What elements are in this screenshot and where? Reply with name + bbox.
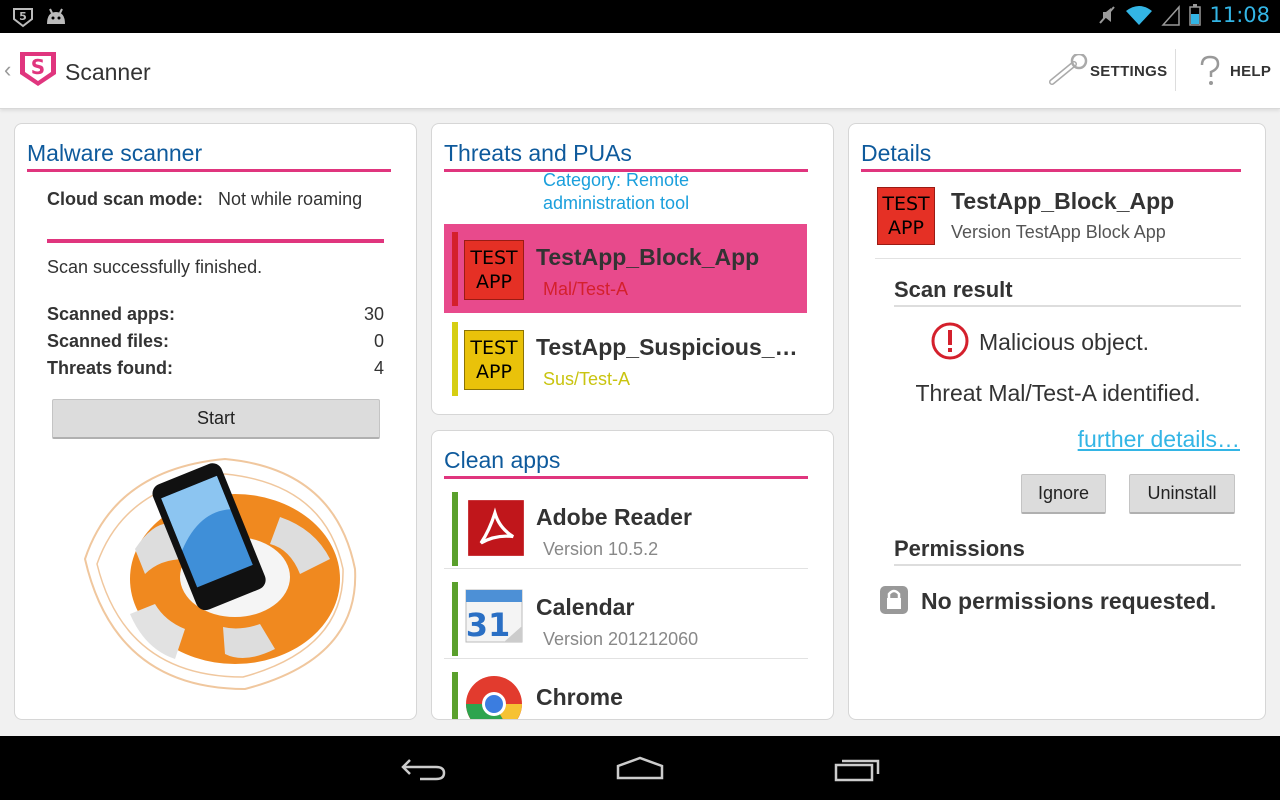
test-app-icon: TEST APP [464,330,524,390]
scan-status: Scan successfully finished. [47,257,263,277]
stat-scanned-files: Scanned files: 0 [47,331,384,351]
app-name: Adobe Reader [536,504,692,530]
page-title: Scanner [65,59,151,85]
permissions-text: No permissions requested. [921,588,1217,614]
sophos-notification-icon: 5 [13,8,33,28]
threat-detail: Mal/Test-A [543,279,629,299]
clock: 11:08 [1209,3,1270,27]
severity-bar [452,322,458,396]
signal-icon [1161,5,1181,26]
app-name: Calendar [536,594,635,620]
test-app-icon: TEST APP [877,187,935,245]
stat-scanned-apps: Scanned apps: 30 [47,304,384,324]
malware-scanner-card: Malware scanner Cloud scan mode: Not whi… [14,123,417,720]
section-rule [894,564,1241,566]
mute-icon [1099,6,1116,24]
back-icon[interactable] [400,756,448,782]
heading-rule [27,169,391,172]
navigation-bar [0,736,1280,800]
lock-icon [880,586,908,614]
details-heading: Details [861,140,932,166]
start-button[interactable]: Start [52,399,380,439]
uninstall-button[interactable]: Uninstall [1129,474,1235,514]
severity-bar [452,232,458,306]
warning-icon [931,322,969,360]
wrench-icon [1049,54,1088,85]
wifi-icon [1126,6,1153,25]
phone-lifebuoy-illustration [83,457,357,691]
settings-button[interactable]: SETTINGS [1048,53,1167,89]
action-divider [1175,49,1176,91]
app-name: Chrome [536,684,623,710]
recent-apps-icon[interactable] [833,756,881,782]
action-bar: ‹ S Scanner SETTINGS HELP [0,33,1280,109]
threats-heading: Threats and PUAs [444,140,632,166]
section-rule [894,305,1241,307]
adobe-reader-icon [468,500,524,556]
ignore-button[interactable]: Ignore [1021,474,1106,514]
scan-progress-fill [47,239,384,243]
malware-scanner-heading: Malware scanner [27,140,203,166]
further-details-link[interactable]: further details… [1078,426,1240,453]
threats-card: Threats and PUAs Category: Remote admini… [431,123,834,415]
cloud-scan-value: Not while roaming [218,189,363,209]
help-icon [1200,55,1220,85]
details-divider [875,258,1241,259]
help-label: HELP [1230,62,1272,80]
scan-progress-bar [47,239,384,243]
chrome-icon [466,676,522,719]
app-version: Version 201212060 [543,629,699,649]
calendar-icon: 31 [465,589,523,644]
cloud-scan-label: Cloud scan mode: [47,189,204,209]
threat-detail: Sus/Test-A [543,369,631,389]
up-navigation-icon[interactable]: ‹ [4,57,11,83]
battery-icon [1189,4,1202,26]
stat-threats-found: Threats found: 4 [47,358,384,378]
test-app-icon: TEST APP [464,240,524,300]
threat-identified-text: Threat Mal/Test-A identified. [915,380,1201,406]
list-divider [444,658,808,659]
threat-item-suspicious-app[interactable]: TEST APP TestApp_Suspicious_A… Sus/Test-A [444,314,807,403]
app-version: Version 10.5.2 [543,539,659,559]
heading-rule [861,169,1241,172]
settings-label: SETTINGS [1090,62,1168,80]
list-divider [444,568,808,569]
clean-app-chrome[interactable]: Chrome [444,664,807,719]
help-button[interactable]: HELP [1196,53,1271,89]
threat-name: TestApp_Block_App [536,244,760,270]
details-card: Details TEST APP TestApp_Block_App Versio… [848,123,1266,720]
calendar-day: 31 [466,606,511,644]
threat-item-block-app[interactable]: TEST APP TestApp_Block_App Mal/Test-A [444,224,807,313]
status-bar: 5 11:08 [0,0,1280,33]
clean-bar [452,492,458,566]
cloud-scan-mode: Cloud scan mode: Not while roaming [47,189,362,210]
category-label: Category: Remote administration tool [543,170,690,213]
svg-text:S: S [31,55,45,79]
clean-bar [452,582,458,656]
threat-name: TestApp_Suspicious_A… [536,334,804,360]
detail-app-version: Version TestApp Block App [951,222,1166,242]
scan-result-heading: Scan result [894,277,1013,302]
home-icon[interactable] [615,756,665,782]
clean-app-calendar[interactable]: 31 Calendar Version 201212060 [444,574,807,663]
sophos-logo-icon[interactable]: S [18,50,58,88]
detail-app-name: TestApp_Block_App [951,188,1175,214]
android-notification-icon [47,8,65,24]
permissions-heading: Permissions [894,536,1025,561]
clean-apps-card: Clean apps Adobe Reader Version 10.5.2 3… [431,430,834,720]
clean-app-adobe-reader[interactable]: Adobe Reader Version 10.5.2 [444,484,807,573]
heading-rule [444,476,808,479]
clean-apps-heading: Clean apps [444,447,561,473]
scan-result-text: Malicious object. [979,329,1150,355]
svg-text:5: 5 [19,10,27,23]
clean-bar [452,672,458,719]
